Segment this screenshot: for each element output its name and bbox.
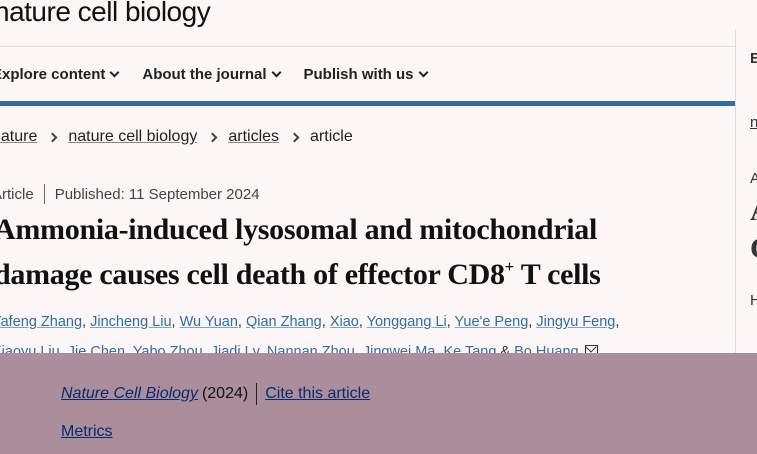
author-link[interactable]: Jincheng Liu [90, 314, 171, 330]
divider [256, 383, 258, 405]
published-date: Published: 11 September 2024 [54, 185, 260, 203]
article-title: Ammonia-induced lysosomal and mitochondr… [0, 211, 694, 293]
chevron-down-icon [109, 67, 120, 78]
nav-label: Explore content [0, 66, 106, 83]
chevron-right-icon [47, 132, 58, 142]
article-meta: Article Published: 11 September 2024 [0, 184, 260, 204]
breadcrumb-current: article [310, 128, 353, 145]
chevron-right-icon [207, 132, 218, 142]
divider [43, 184, 45, 204]
chevron-down-icon [271, 67, 281, 78]
breadcrumb: nature nature cell biology articles arti… [0, 128, 353, 146]
author-line-1: Yafeng Zhang, Jincheng Liu, Wu Yuan, Qia… [0, 307, 727, 337]
cite-this-article-link[interactable]: Cite this article [265, 385, 370, 403]
chevron-right-icon [289, 132, 300, 142]
sidebar-text: A [750, 170, 757, 187]
sidebar-heading: C [750, 232, 757, 266]
right-sidebar: E n A A C H [735, 30, 757, 360]
journal-logo[interactable]: nature cell biology [0, 0, 211, 28]
nav-explore-content[interactable]: Explore content [0, 66, 120, 83]
logo-text: nature cell biology [0, 0, 211, 27]
author-link[interactable]: Yafeng Zhang [0, 314, 82, 330]
publication-year: (2024) [201, 385, 249, 402]
author-link[interactable]: Yue'e Peng [455, 314, 529, 330]
author-link[interactable]: Yonggang Li [367, 314, 447, 330]
nav-publish-with-us[interactable]: Publish with us [303, 66, 428, 83]
title-superscript: + [504, 257, 515, 276]
sidebar-text: H [750, 292, 757, 309]
author-link[interactable]: Jingyu Feng [536, 314, 615, 330]
breadcrumb-articles[interactable]: articles [228, 128, 279, 146]
author-link[interactable]: Qian Zhang [246, 314, 322, 330]
metrics-link[interactable]: Metrics [61, 423, 113, 441]
chevron-down-icon [418, 67, 428, 78]
sidebar-header: E [750, 50, 757, 67]
nav-accent-rule [0, 101, 735, 106]
nav-label: Publish with us [303, 66, 414, 83]
breadcrumb-nature-cell-biology[interactable]: nature cell biology [68, 128, 197, 146]
title-text: Ammonia-induced lysosomal and mitochondr… [0, 213, 598, 291]
nav-label: About the journal [142, 66, 267, 83]
sidebar-heading: A [750, 194, 757, 228]
journal-name-link[interactable]: Nature Cell Biology [61, 385, 198, 403]
main-nav: Explore content About the journal Publis… [0, 46, 735, 102]
breadcrumb-nature[interactable]: nature [0, 128, 37, 146]
author-link[interactable]: Xiao [330, 314, 359, 330]
nav-about-journal[interactable]: About the journal [142, 66, 281, 83]
author-link[interactable]: Wu Yuan [180, 314, 238, 330]
citation-line: Nature Cell Biology (2024) Cite this art… [61, 383, 370, 405]
sidebar-link[interactable]: n [750, 114, 757, 131]
article-type: Article [0, 185, 34, 203]
title-text-end: T cells [514, 258, 601, 291]
